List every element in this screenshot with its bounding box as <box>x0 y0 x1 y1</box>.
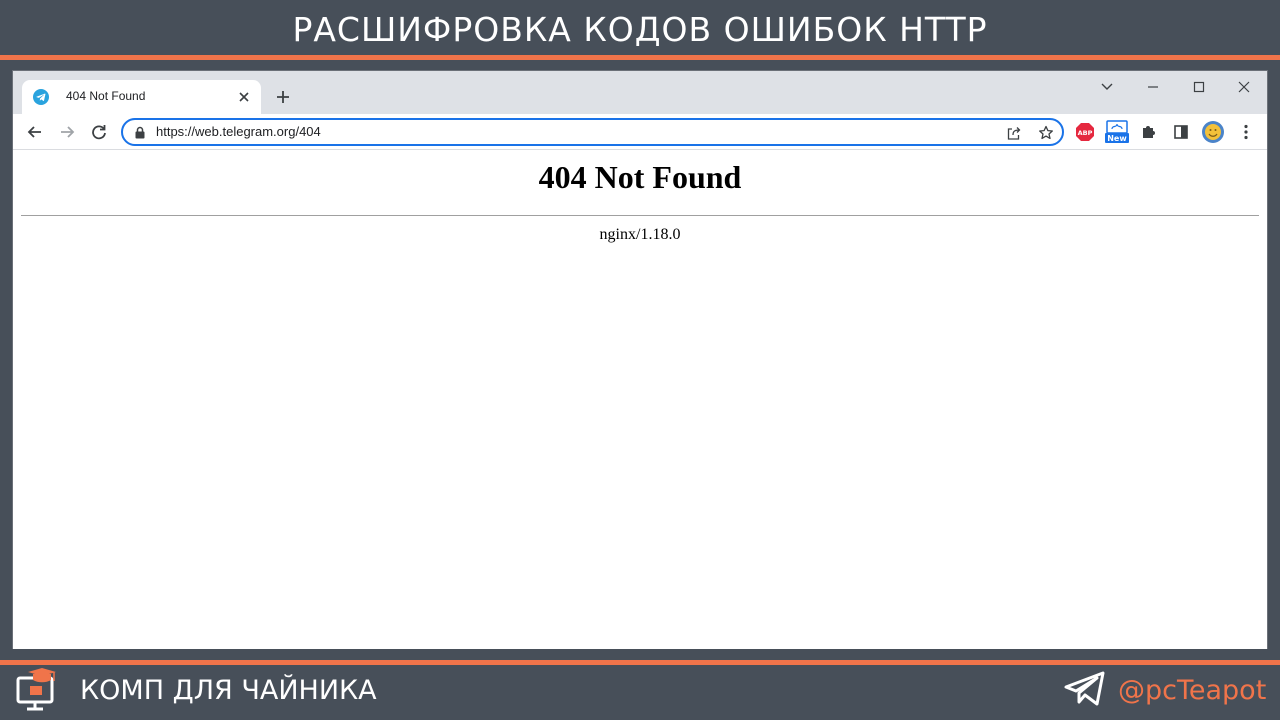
tab-search-chevron-icon[interactable] <box>1096 76 1118 98</box>
accent-divider-top <box>0 55 1280 60</box>
footer-bar: КОМП ДЛЯ ЧАЙНИКА @pcTeapot <box>0 665 1280 720</box>
tab-strip: 404 Not Found <box>13 71 1267 114</box>
adblock-plus-icon[interactable]: ABP <box>1075 122 1095 142</box>
close-icon[interactable] <box>236 89 252 105</box>
star-bookmark-icon[interactable] <box>1037 124 1055 142</box>
lock-icon[interactable] <box>134 126 146 139</box>
reload-icon[interactable] <box>89 122 109 142</box>
new-extension-icon[interactable]: New <box>1104 120 1130 144</box>
page-heading: 404 Not Found <box>538 159 742 195</box>
browser-toolbar: https://web.telegram.org/404 ABP New <box>13 114 1267 150</box>
browser-window: 404 Not Found https://web.telegram.org/4… <box>12 70 1268 649</box>
tab-title: 404 Not Found <box>66 89 146 103</box>
forward-arrow-icon[interactable] <box>57 122 77 142</box>
minimize-icon[interactable] <box>1142 76 1164 98</box>
maximize-icon[interactable] <box>1188 76 1210 98</box>
site-name: КОМП ДЛЯ ЧАЙНИКА <box>80 675 377 706</box>
horizontal-rule <box>21 215 1259 216</box>
telegram-plane-icon <box>1064 671 1105 706</box>
tab-active[interactable]: 404 Not Found <box>22 80 261 114</box>
banner-title: РАСШИФРОВКА КОДОВ ОШИБОК HTTP <box>292 10 988 49</box>
window-close-icon[interactable] <box>1233 76 1255 98</box>
url-text[interactable]: https://web.telegram.org/404 <box>156 124 321 139</box>
address-bar[interactable]: https://web.telegram.org/404 <box>121 118 1064 146</box>
profile-avatar[interactable] <box>1202 121 1224 143</box>
puzzle-icon[interactable] <box>1139 122 1159 142</box>
new-extension-label: New <box>1107 134 1127 143</box>
menu-kebab-icon[interactable] <box>1236 122 1256 142</box>
computer-teapot-logo-icon <box>16 668 56 711</box>
share-icon[interactable] <box>1005 124 1023 142</box>
telegram-handle: @pcTeapot <box>1118 675 1267 706</box>
side-panel-icon[interactable] <box>1171 122 1191 142</box>
telegram-icon <box>33 89 49 105</box>
page-content: 404 Not Found nginx/1.18.0 <box>13 151 1267 649</box>
server-signature: nginx/1.18.0 <box>599 226 681 243</box>
adblock-plus-label: ABP <box>1078 129 1093 137</box>
back-arrow-icon[interactable] <box>25 122 45 142</box>
new-tab-button[interactable] <box>273 87 293 107</box>
top-banner: РАСШИФРОВКА КОДОВ ОШИБОК HTTP <box>0 0 1280 55</box>
